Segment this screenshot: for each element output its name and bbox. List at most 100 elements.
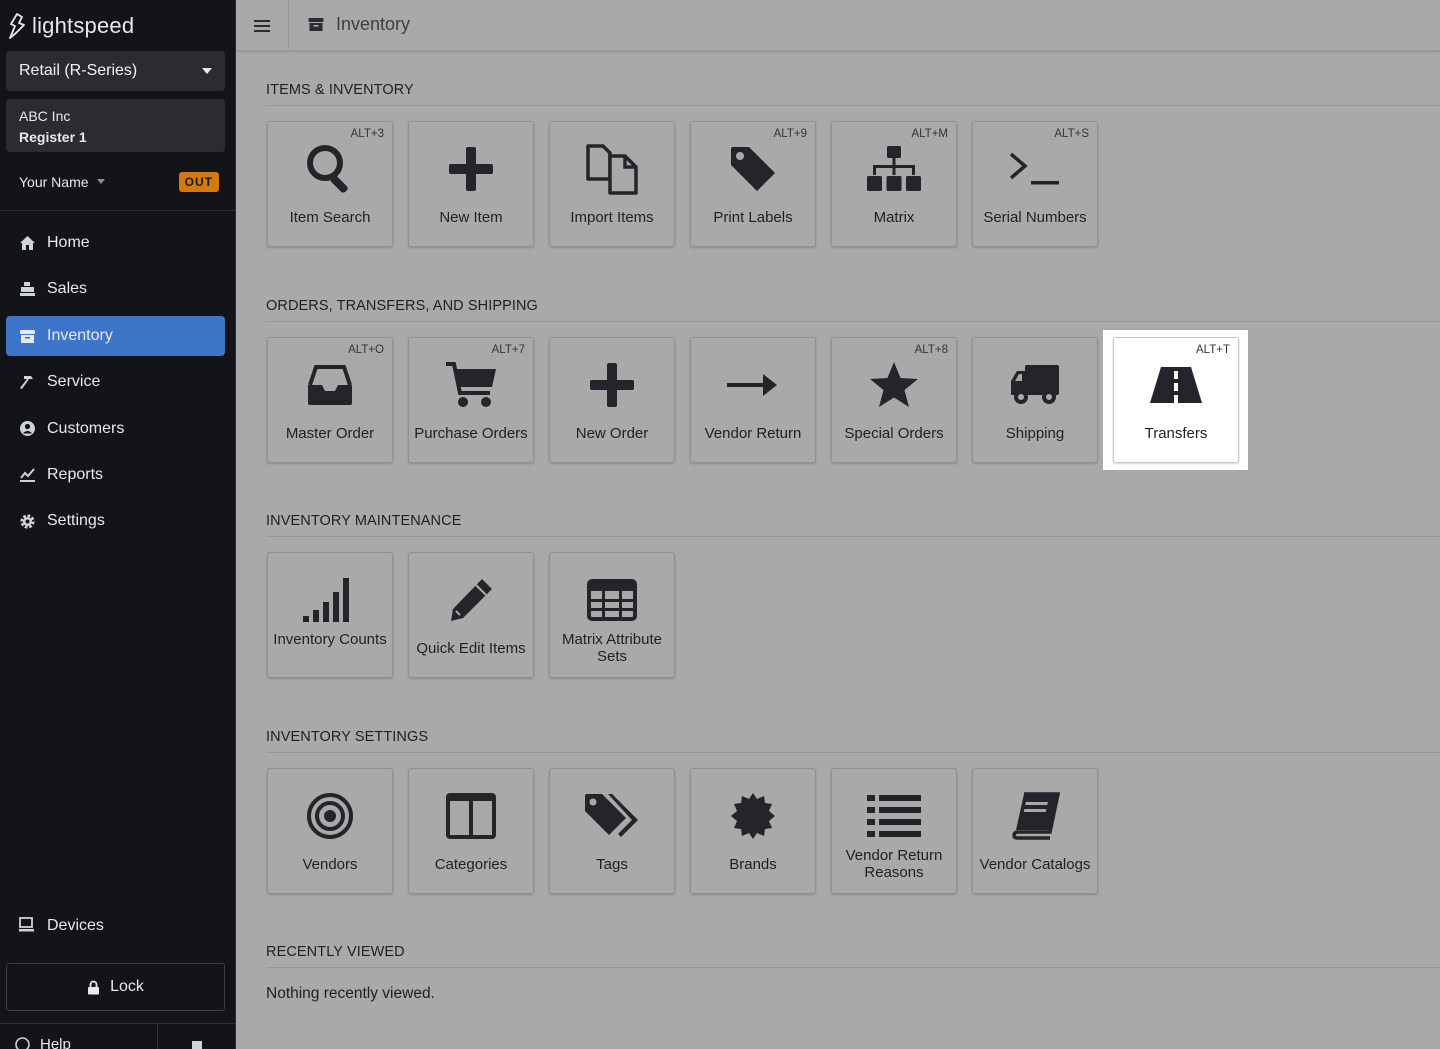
tile-serial-numbers[interactable]: ALT+S Serial Numbers xyxy=(972,121,1098,247)
lock-button[interactable]: Lock xyxy=(6,963,225,1011)
tile-quick-edit-items[interactable]: Quick Edit Items xyxy=(408,552,534,678)
help-circle-icon xyxy=(15,1037,30,1049)
clock-out-badge[interactable]: OUT xyxy=(178,171,219,192)
menu-toggle-button[interactable] xyxy=(236,0,289,51)
tile-vendor-return-reasons[interactable]: Vendor Return Reasons xyxy=(831,768,957,894)
tile-purchase-orders[interactable]: ALT+7 Purchase Orders xyxy=(408,337,534,463)
tile-label: Item Search xyxy=(289,209,371,226)
tile-special-orders[interactable]: ALT+8 Special Orders xyxy=(831,337,957,463)
page-title: Inventory xyxy=(308,14,410,35)
tile-label: New Order xyxy=(575,425,649,442)
home-icon xyxy=(18,234,36,252)
tile-new-item[interactable]: New Item xyxy=(408,121,534,247)
tile-categories[interactable]: Categories xyxy=(408,768,534,894)
tile-label: Vendors xyxy=(302,856,358,873)
road-icon xyxy=(1114,356,1238,414)
lightspeed-logo[interactable]: lightspeed xyxy=(8,12,134,40)
cart-icon xyxy=(409,356,533,414)
caret-down-icon xyxy=(202,68,212,74)
sidebar: lightspeed Retail (R-Series) ABC Inc Reg… xyxy=(0,0,236,1049)
devices-label: Devices xyxy=(47,917,104,934)
tile-item-search[interactable]: ALT+3 Item Search xyxy=(267,121,393,247)
register-info[interactable]: ABC Inc Register 1 xyxy=(6,99,225,152)
section-divider xyxy=(266,105,1440,106)
tile-vendor-return[interactable]: Vendor Return xyxy=(690,337,816,463)
section-divider xyxy=(266,321,1440,322)
store-type-label: Retail (R-Series) xyxy=(19,62,138,79)
tile-label: Print Labels xyxy=(713,209,793,226)
tile-tags[interactable]: Tags xyxy=(549,768,675,894)
pencil-icon xyxy=(409,571,533,629)
tile-print-labels[interactable]: ALT+9 Print Labels xyxy=(690,121,816,247)
help-row: Help xyxy=(0,1023,236,1049)
shortcut-hint: ALT+O xyxy=(348,344,384,356)
nav-item-inventory[interactable]: Inventory xyxy=(6,315,225,356)
devices-link[interactable]: Devices xyxy=(18,917,104,935)
nav-item-sales[interactable]: Sales xyxy=(6,269,225,309)
nav-item-settings[interactable]: Settings xyxy=(6,501,225,541)
truck-icon xyxy=(973,356,1097,414)
shortcut-hint: ALT+S xyxy=(1054,128,1089,140)
tile-matrix[interactable]: ALT+M Matrix xyxy=(831,121,957,247)
tile-master-order[interactable]: ALT+O Master Order xyxy=(267,337,393,463)
nav-label: Sales xyxy=(47,280,88,298)
help-link[interactable]: Help xyxy=(15,1036,71,1049)
nav-item-service[interactable]: Service xyxy=(6,362,225,402)
tile-new-order[interactable]: New Order xyxy=(549,337,675,463)
shortcut-hint: ALT+9 xyxy=(773,128,807,140)
nav-item-customers[interactable]: Customers xyxy=(6,409,225,449)
divider xyxy=(0,210,236,211)
copy-icon xyxy=(550,140,674,198)
tile-label: Vendor Return Reasons xyxy=(845,847,943,881)
star-icon xyxy=(832,356,956,414)
caret-down-icon xyxy=(96,179,105,184)
tile-inventory-counts[interactable]: Inventory Counts xyxy=(267,552,393,678)
nav-item-reports[interactable]: Reports xyxy=(6,455,225,495)
tile-vendor-catalogs[interactable]: Vendor Catalogs xyxy=(972,768,1098,894)
archive-icon xyxy=(18,327,36,345)
flame-logo-icon xyxy=(9,13,25,39)
register-icon xyxy=(18,280,36,298)
tile-import-items[interactable]: Import Items xyxy=(549,121,675,247)
section-divider xyxy=(266,752,1440,753)
tile-vendors[interactable]: Vendors xyxy=(267,768,393,894)
tile-label: Serial Numbers xyxy=(983,209,1087,226)
nav-label: Reports xyxy=(47,465,104,483)
tile-label: Quick Edit Items xyxy=(416,640,526,657)
tile-label: Special Orders xyxy=(844,425,944,442)
pin-icon[interactable] xyxy=(192,1041,202,1049)
plus-icon xyxy=(409,140,533,198)
help-label: Help xyxy=(40,1036,71,1049)
tile-label: New Item xyxy=(439,209,503,226)
section-title-orders: ORDERS, TRANSFERS, AND SHIPPING xyxy=(266,298,538,314)
user-menu[interactable]: Your Name OUT xyxy=(19,169,219,194)
nav-item-home[interactable]: Home xyxy=(6,223,225,263)
nav-label: Inventory xyxy=(47,326,113,344)
tile-matrix-attribute-sets[interactable]: Matrix Attribute Sets xyxy=(549,552,675,678)
tile-label: Purchase Orders xyxy=(414,425,528,442)
columns-icon xyxy=(409,787,533,845)
page-title-text: Inventory xyxy=(336,14,411,34)
store-type-dropdown[interactable]: Retail (R-Series) xyxy=(6,51,225,91)
nav-label: Home xyxy=(47,234,90,251)
section-divider xyxy=(266,967,1440,968)
terminal-icon xyxy=(973,140,1097,198)
tile-shipping[interactable]: Shipping xyxy=(972,337,1098,463)
nav-label: Service xyxy=(47,373,101,391)
signal-icon xyxy=(268,571,392,629)
lock-label: Lock xyxy=(110,978,144,995)
hammer-icon xyxy=(18,373,36,391)
chart-icon xyxy=(18,466,36,484)
nav-label: Customers xyxy=(47,419,125,437)
tile-label: Transfers xyxy=(1144,425,1208,442)
user-circle-icon xyxy=(18,420,36,438)
tile-transfers[interactable]: ALT+T Transfers xyxy=(1113,337,1239,463)
company-name: ABC Inc xyxy=(19,108,71,124)
tag-icon xyxy=(691,140,815,198)
sitemap-icon xyxy=(832,140,956,198)
tile-brands[interactable]: Brands xyxy=(690,768,816,894)
section-title-recent: RECENTLY VIEWED xyxy=(266,944,405,960)
section-divider xyxy=(266,536,1440,537)
bullseye-icon xyxy=(268,787,392,845)
recently-viewed-empty: Nothing recently viewed. xyxy=(266,985,435,1002)
